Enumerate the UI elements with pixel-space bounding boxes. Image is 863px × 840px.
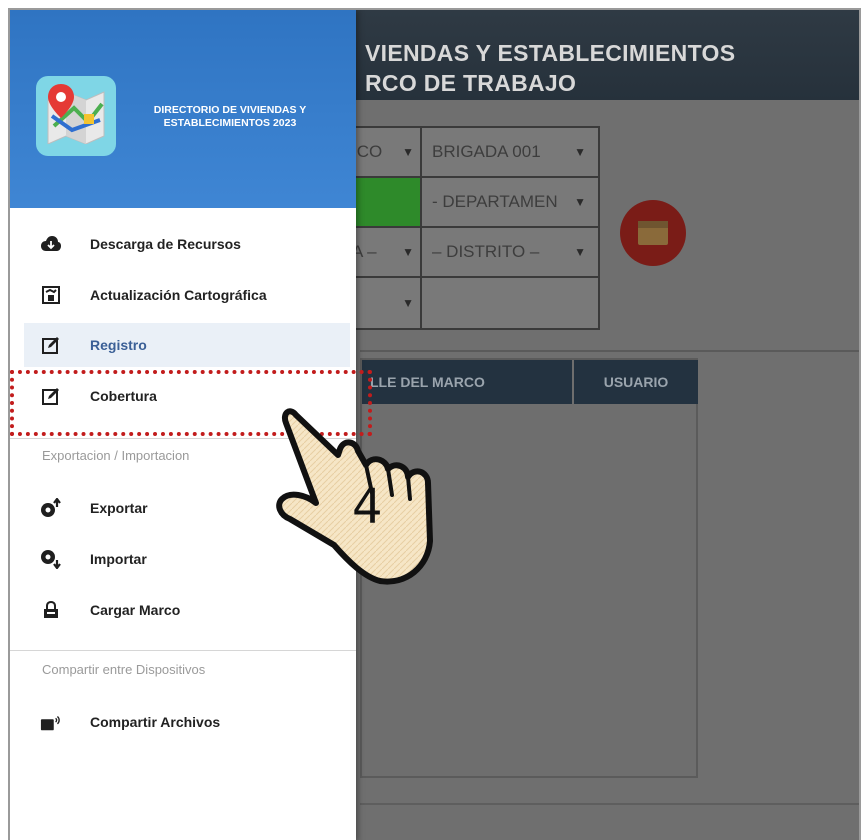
divider (360, 803, 859, 805)
chevron-down-icon: ▼ (574, 245, 586, 259)
screenshot-frame: VIENDAS Y ESTABLECIMIENTOS RCO DE TRABAJ… (8, 8, 861, 840)
menu-item-label: Actualización Cartográfica (90, 287, 267, 303)
map-edit-icon (40, 284, 62, 306)
app-brand-line2: ESTABLECIMIENTOS 2023 (163, 117, 297, 129)
share-files-icon (40, 711, 62, 733)
select-field-1-value: ICO (352, 142, 383, 161)
chevron-down-icon: ▼ (574, 195, 586, 209)
departamento-select[interactable]: - DEPARTAMEN ▼ (420, 176, 600, 228)
edit-icon (40, 334, 62, 356)
lock-icon (40, 599, 62, 621)
app-title-line1: VIENDAS Y ESTABLECIMIENTOS (365, 40, 736, 66)
red-action-button[interactable] (620, 200, 686, 266)
menu-item-label: Cargar Marco (90, 602, 181, 618)
menu-item-label: Registro (90, 337, 147, 353)
table-header-usuario[interactable]: USUARIO (574, 360, 698, 404)
menu-item-actualizacion[interactable]: Actualización Cartográfica (24, 273, 350, 317)
menu-item-label: Exportar (90, 500, 148, 516)
separator (10, 650, 356, 651)
menu-item-label: Compartir Archivos (90, 714, 221, 730)
export-icon (40, 497, 62, 519)
app-brand-name: DIRECTORIO DE VIVIENDAS Y ESTABLECIMIENT… (140, 104, 320, 130)
departamento-select-value: - DEPARTAMEN (432, 192, 558, 211)
distrito-select-value: – DISTRITO – (432, 242, 540, 261)
empty-field[interactable] (420, 276, 600, 330)
distrito-select[interactable]: – DISTRITO – ▼ (420, 226, 600, 278)
section-label-export: Exportacion / Importacion (42, 448, 190, 463)
menu-item-label: Importar (90, 551, 147, 567)
menu-item-compartir[interactable]: Compartir Archivos (24, 700, 350, 744)
chevron-down-icon: ▼ (402, 296, 414, 310)
section-label-share: Compartir entre Dispositivos (42, 662, 206, 677)
folder-icon (638, 221, 668, 245)
app-logo (36, 76, 116, 156)
brigada-select[interactable]: BRIGADA 001 ▼ (420, 126, 600, 178)
app-title-line2: RCO DE TRABAJO (365, 70, 577, 96)
drawer-header: DIRECTORIO DE VIVIENDAS Y ESTABLECIMIENT… (10, 10, 356, 208)
import-icon (40, 548, 62, 570)
chevron-down-icon: ▼ (402, 145, 414, 159)
pointing-hand-icon: 4 (276, 408, 433, 585)
menu-item-descarga[interactable]: Descarga de Recursos (24, 222, 350, 266)
menu-item-registro[interactable]: Registro (24, 323, 350, 367)
divider (360, 350, 859, 352)
step-number: 4 (352, 479, 383, 535)
chevron-down-icon: ▼ (574, 145, 586, 159)
location-pin-icon (48, 84, 74, 118)
brigada-select-value: BRIGADA 001 (432, 142, 541, 161)
menu-item-label: Descarga de Recursos (90, 236, 241, 252)
cloud-download-icon (40, 233, 62, 255)
chevron-down-icon: ▼ (402, 245, 414, 259)
app-brand-line1: DIRECTORIO DE VIVIENDAS Y (153, 104, 307, 116)
